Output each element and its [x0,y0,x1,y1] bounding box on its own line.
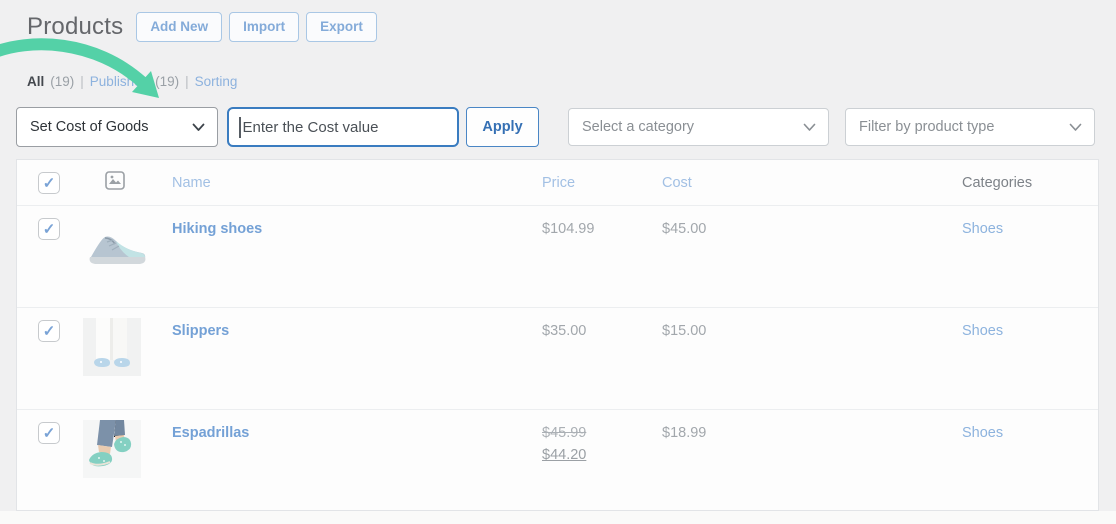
view-published-count: (19) [155,74,180,89]
product-category-link[interactable]: Shoes [962,320,1003,339]
chevron-down-icon [192,123,205,131]
product-name-link[interactable]: Espadrillas [172,422,249,441]
page-footer-area [0,511,1116,524]
export-button[interactable]: Export [306,12,377,42]
category-filter-select[interactable]: Select a category [568,108,829,146]
row-checkbox[interactable]: ✓ [38,320,60,342]
view-all-count: (19) [50,74,75,89]
page-header: Products Add New Import Export [27,12,377,42]
chevron-down-icon [803,123,816,131]
apply-button-label: Apply [482,119,523,135]
cost-input-placeholder: Enter the Cost value [242,118,379,136]
cost-value-input[interactable]: Enter the Cost value [227,107,459,147]
table-row: ✓ Slippers $35.00 $15.00 Shoes [17,307,1098,409]
check-icon: ✓ [42,425,56,442]
product-thumbnail-espadrillas[interactable] [83,420,141,478]
view-all-link[interactable]: All [27,74,44,89]
table-row: ✓ Espadrillas $45.99 $44.20 $18.99 Shoes [17,409,1098,511]
check-icon: ✓ [42,323,56,340]
product-price: $104.99 [542,221,595,237]
product-thumbnail-slippers[interactable] [83,318,141,376]
column-header-cost[interactable]: Cost [662,175,962,191]
product-type-filter-value: Filter by product type [859,119,995,135]
product-category-link[interactable]: Shoes [962,422,1003,441]
image-column-icon [105,170,125,190]
row-checkbox[interactable]: ✓ [38,218,60,240]
column-header-categories: Categories [962,174,1033,191]
product-cost: $45.00 [662,221,707,237]
product-cost: $18.99 [662,425,707,441]
add-new-button[interactable]: Add New [136,12,223,42]
view-separator: | [80,74,84,89]
view-filter-links: All (19) | Published (19) | Sorting [27,74,237,89]
product-name-link[interactable]: Slippers [172,320,229,339]
view-separator: | [185,74,189,89]
import-button[interactable]: Import [229,12,300,42]
apply-button[interactable]: Apply [466,107,539,147]
bulk-action-selected-value: Set Cost of Goods [30,119,149,135]
column-header-price[interactable]: Price [542,175,662,191]
table-row: ✓ Hiking shoes $104.99 $45.00 Shoes [17,205,1098,307]
view-published-link[interactable]: Published [90,74,149,89]
check-icon: ✓ [42,174,56,192]
products-table: ✓ Name Price Cost Categories ✓ Hiking sh… [16,159,1099,511]
product-name-link[interactable]: Hiking shoes [172,218,262,237]
category-filter-value: Select a category [582,119,695,135]
product-price: $35.00 [542,323,587,339]
page-title: Products [27,12,124,40]
check-icon: ✓ [42,221,56,238]
view-sorting-link[interactable]: Sorting [195,74,238,89]
product-price-regular: $45.99 [542,425,587,441]
table-header-row: ✓ Name Price Cost Categories [17,160,1098,205]
product-price-sale: $44.20 [542,447,587,463]
product-type-filter-select[interactable]: Filter by product type [845,108,1095,146]
product-cost: $15.00 [662,323,707,339]
bulk-action-select[interactable]: Set Cost of Goods [16,107,218,147]
product-thumbnail-hiking-shoes[interactable] [85,226,149,270]
row-checkbox[interactable]: ✓ [38,422,60,444]
text-cursor [239,116,241,138]
column-header-name[interactable]: Name [172,175,542,191]
product-category-link[interactable]: Shoes [962,218,1003,237]
select-all-checkbox[interactable]: ✓ [38,171,60,194]
chevron-down-icon [1069,123,1082,131]
